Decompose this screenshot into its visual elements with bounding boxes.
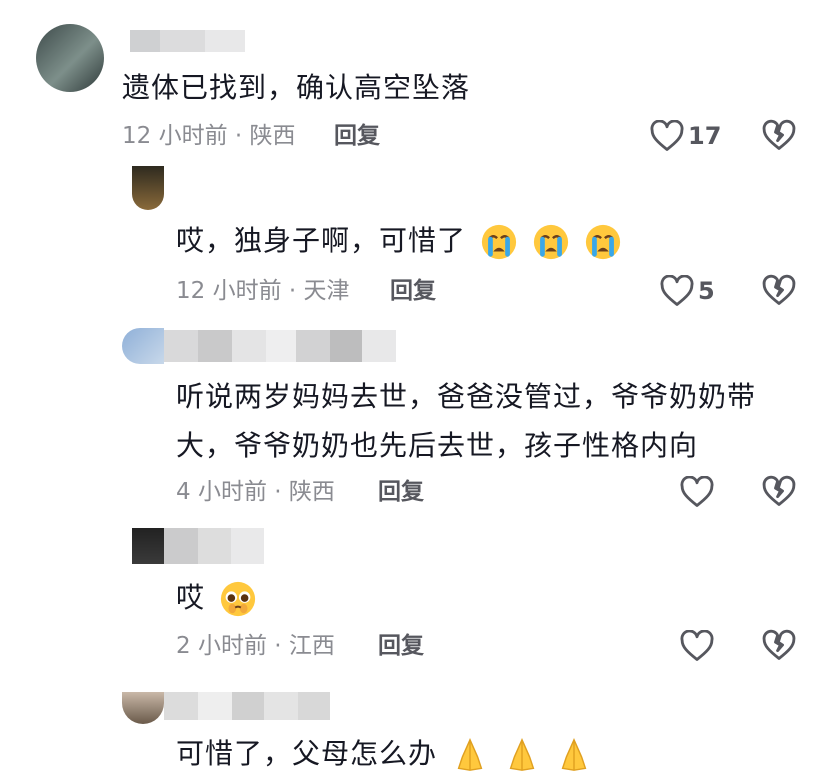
- crying-face-icon: [533, 224, 568, 260]
- comment-text: 哎，独身子啊，可惜了: [176, 221, 622, 261]
- heart-icon: [680, 630, 714, 661]
- like-button[interactable]: 17: [650, 119, 721, 153]
- reply-button[interactable]: 回复: [390, 276, 436, 306]
- crying-face-icon: [481, 224, 517, 260]
- broken-heart-icon: [762, 629, 796, 660]
- comment-time-location: 12 小时前 · 天津: [176, 278, 350, 304]
- username-redacted[interactable]: [164, 528, 264, 564]
- folded-hands-icon: [561, 738, 587, 771]
- reply-button[interactable]: 回复: [334, 121, 380, 151]
- avatar[interactable]: [132, 166, 164, 210]
- heart-icon: [680, 476, 714, 507]
- dislike-button[interactable]: [762, 119, 796, 153]
- folded-hands-icon: [457, 738, 483, 771]
- comment-text: 哎: [176, 578, 257, 618]
- heart-icon: [650, 120, 684, 151]
- avatar[interactable]: [122, 328, 164, 364]
- pleading-face-icon: [220, 581, 256, 617]
- like-count: 17: [688, 122, 722, 150]
- comment-text-content: 哎，独身子啊，可惜了: [176, 224, 467, 257]
- comment-text-line: 大，爷爷奶奶也先后去世，孩子性格内向: [176, 429, 699, 462]
- like-count: 5: [698, 277, 715, 305]
- dislike-button[interactable]: [762, 274, 796, 308]
- comment-time-location: 12 小时前 · 陕西: [122, 123, 296, 149]
- like-button[interactable]: [680, 629, 714, 663]
- like-button[interactable]: 5: [660, 274, 715, 308]
- folded-hands-icon: [509, 738, 535, 771]
- comment-text: 可惜了，父母怎么办: [176, 734, 593, 774]
- dislike-button[interactable]: [762, 475, 796, 509]
- avatar[interactable]: [122, 692, 164, 724]
- broken-heart-icon: [762, 475, 796, 506]
- reply-button[interactable]: 回复: [378, 631, 424, 661]
- username-redacted[interactable]: [164, 692, 330, 720]
- comment-text: 遗体已找到，确认高空坠落: [122, 71, 471, 104]
- username-redacted[interactable]: [130, 30, 245, 52]
- heart-icon: [660, 275, 694, 306]
- broken-heart-icon: [762, 274, 796, 305]
- username-redacted[interactable]: [164, 330, 396, 362]
- comment-text-content: 可惜了，父母怎么办: [176, 737, 438, 770]
- comment-text-line: 听说两岁妈妈去世，爸爸没管过，爷爷奶奶带: [176, 380, 757, 413]
- comment-text-content: 哎: [176, 581, 206, 614]
- comment-time-location: 4 小时前 · 陕西: [176, 479, 335, 505]
- dislike-button[interactable]: [762, 629, 796, 663]
- comment-time-location: 2 小时前 · 江西: [176, 633, 335, 659]
- avatar[interactable]: [132, 528, 164, 564]
- broken-heart-icon: [762, 119, 796, 150]
- like-button[interactable]: [680, 475, 714, 509]
- reply-button[interactable]: 回复: [378, 477, 424, 507]
- crying-face-icon: [585, 224, 620, 260]
- avatar[interactable]: [36, 24, 104, 92]
